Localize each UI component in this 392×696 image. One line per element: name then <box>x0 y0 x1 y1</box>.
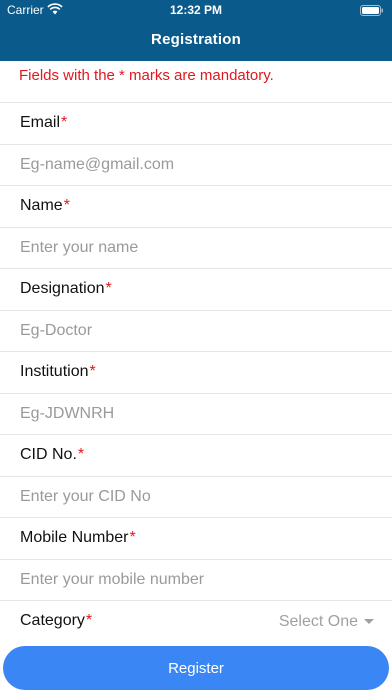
cid-required-mark: * <box>77 446 85 464</box>
cid-label-text: CID No. <box>20 446 77 464</box>
email-label-text: Email <box>20 114 61 132</box>
mobile-required-mark: * <box>129 529 136 547</box>
institution-field[interactable] <box>20 404 380 423</box>
battery-icon <box>360 5 383 16</box>
registration-form: Email* Name* Designation* Institution* C… <box>0 102 392 642</box>
mobile-row <box>0 558 392 601</box>
status-bar: Carrier 12:32 PM <box>0 0 392 22</box>
name-row <box>0 226 392 269</box>
cid-row <box>0 475 392 518</box>
cid-field[interactable] <box>20 487 380 506</box>
institution-label-text: Institution <box>20 363 89 381</box>
mandatory-notice: Fields with the * marks are mandatory. <box>19 67 274 84</box>
designation-label: Designation * <box>0 268 392 310</box>
category-label-text: Category <box>20 612 85 630</box>
email-row <box>0 143 392 186</box>
category-select[interactable]: Select One <box>279 601 374 643</box>
email-required-mark: * <box>61 114 68 132</box>
name-label: Name * <box>0 185 392 227</box>
email-field[interactable] <box>20 155 380 174</box>
register-button[interactable]: Register <box>3 646 389 690</box>
institution-required-mark: * <box>89 363 96 381</box>
category-required-mark: * <box>85 612 93 630</box>
cid-label: CID No. * <box>0 434 392 476</box>
name-label-text: Name <box>20 197 63 215</box>
institution-label: Institution * <box>0 351 392 393</box>
email-label: Email * <box>0 102 392 144</box>
name-required-mark: * <box>63 197 70 215</box>
mobile-label-text: Mobile Number <box>20 529 129 547</box>
mobile-field[interactable] <box>20 570 380 589</box>
header: Carrier 12:32 PM Registration <box>0 0 392 61</box>
designation-field[interactable] <box>20 321 380 340</box>
designation-required-mark: * <box>105 280 112 298</box>
page-title: Registration <box>151 31 241 48</box>
designation-label-text: Designation <box>20 280 105 298</box>
designation-row <box>0 309 392 352</box>
name-field[interactable] <box>20 238 380 257</box>
clock-label: 12:32 PM <box>169 3 223 17</box>
caret-down-icon <box>364 619 374 625</box>
category-row: Category * Select One <box>0 600 392 642</box>
category-selected-value: Select One <box>278 612 358 630</box>
mobile-label: Mobile Number * <box>0 517 392 559</box>
institution-row <box>0 392 392 435</box>
